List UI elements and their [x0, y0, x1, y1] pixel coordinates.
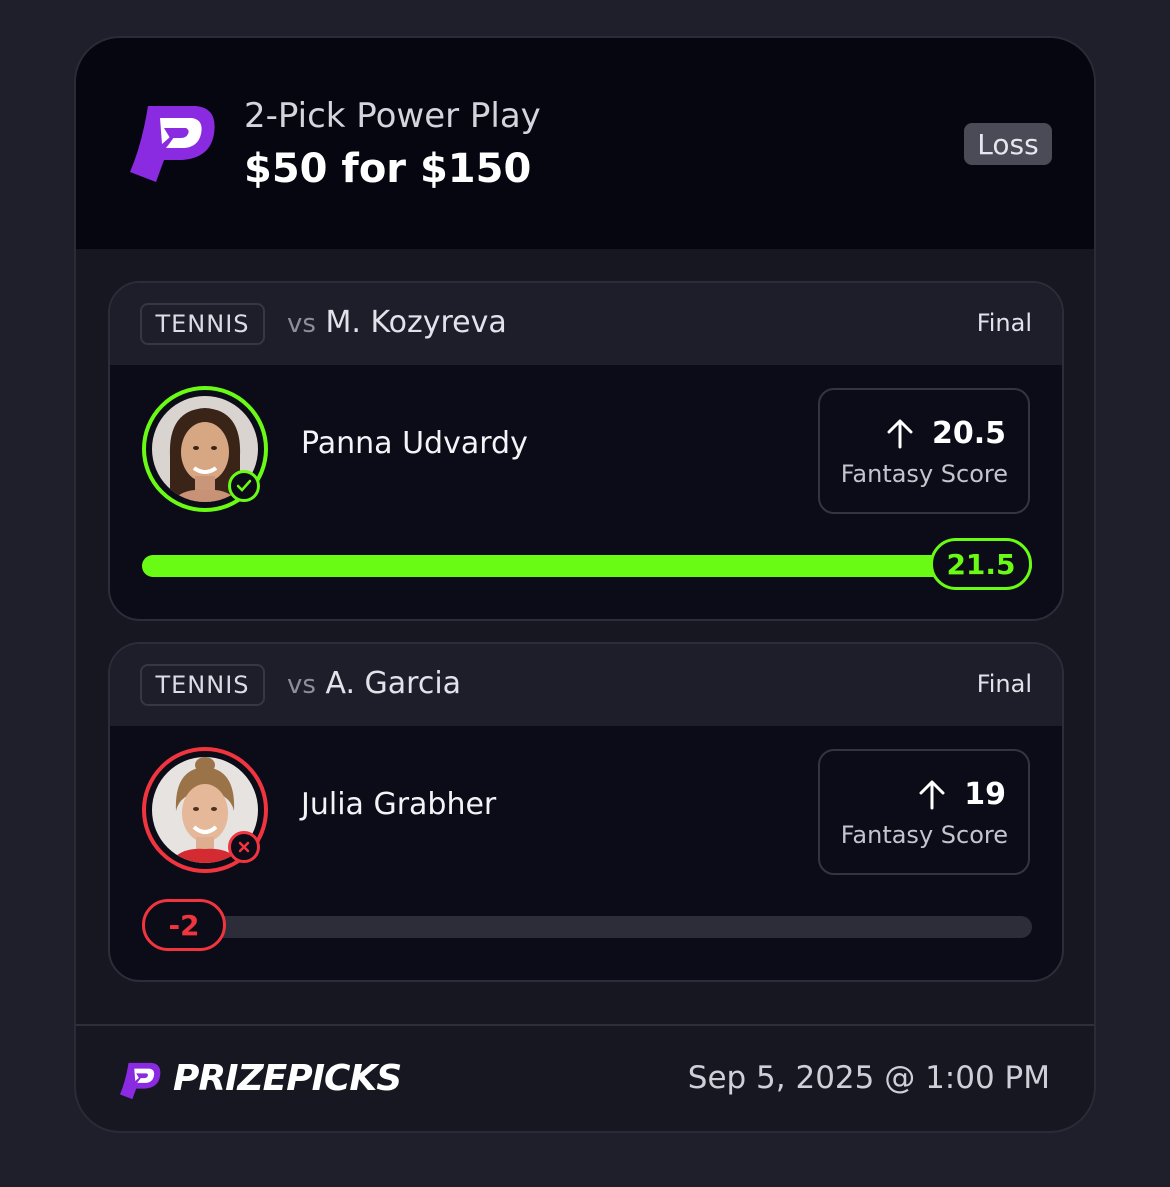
game-status: Final: [976, 309, 1032, 337]
sport-tag: TENNIS: [140, 664, 265, 706]
line-value: 19: [964, 777, 1006, 812]
prizepicks-small-logo-icon: [119, 1062, 161, 1100]
stat-type: Fantasy Score: [840, 821, 1008, 849]
arrow-up-icon: [919, 780, 945, 809]
actual-score: -2: [142, 899, 226, 951]
vs-label: vs: [287, 670, 316, 700]
progress-track: 21.5: [142, 538, 1032, 590]
opponent-name: A. Garcia: [325, 666, 462, 701]
game-status: Final: [976, 670, 1032, 698]
matchup: vs A. Garcia: [287, 666, 461, 701]
footer-divider: [76, 1024, 1094, 1026]
vs-label: vs: [287, 309, 316, 339]
opponent-name: M. Kozyreva: [325, 305, 507, 340]
projection-box[interactable]: 20.5 Fantasy Score: [818, 388, 1030, 514]
sport-tag: TENNIS: [140, 303, 265, 345]
matchup: vs M. Kozyreva: [287, 305, 507, 340]
player-avatar: [142, 386, 268, 512]
pick-header: TENNIS vs A. Garcia Final: [110, 644, 1062, 726]
projection-line: 19: [918, 777, 1006, 812]
pick-card[interactable]: TENNIS vs A. Garcia Final Julia Grabher …: [108, 642, 1064, 982]
player-avatar: [142, 747, 268, 873]
actual-score: 21.5: [930, 538, 1032, 590]
player-name: Julia Grabher: [301, 787, 497, 822]
line-value: 20.5: [931, 416, 1006, 451]
play-type: 2-Pick Power Play: [244, 96, 541, 136]
progress-track: -2: [142, 899, 1032, 951]
entry-amount: $50 for $150: [244, 146, 532, 192]
check-icon: [228, 470, 260, 502]
entry-card[interactable]: 2-Pick Power Play $50 for $150 Loss TENN…: [74, 36, 1096, 1133]
prizepicks-logo-icon: [130, 106, 215, 182]
pick-header: TENNIS vs M. Kozyreva Final: [110, 283, 1062, 365]
entry-header: 2-Pick Power Play $50 for $150 Loss: [76, 38, 1094, 249]
arrow-up-icon: [887, 419, 913, 448]
result-badge: Loss: [964, 123, 1052, 165]
pick-card[interactable]: TENNIS vs M. Kozyreva Final Panna Udvard…: [108, 281, 1064, 621]
x-icon: [228, 831, 260, 863]
stat-type: Fantasy Score: [840, 460, 1008, 488]
projection-line: 20.5: [886, 416, 1006, 451]
progress-fill: [142, 555, 1032, 577]
projection-box[interactable]: 19 Fantasy Score: [818, 749, 1030, 875]
brand-wordmark: PRIZEPICKS: [173, 1058, 402, 1099]
player-name: Panna Udvardy: [301, 426, 528, 461]
entry-datetime: Sep 5, 2025 @ 1:00 PM: [687, 1060, 1050, 1096]
